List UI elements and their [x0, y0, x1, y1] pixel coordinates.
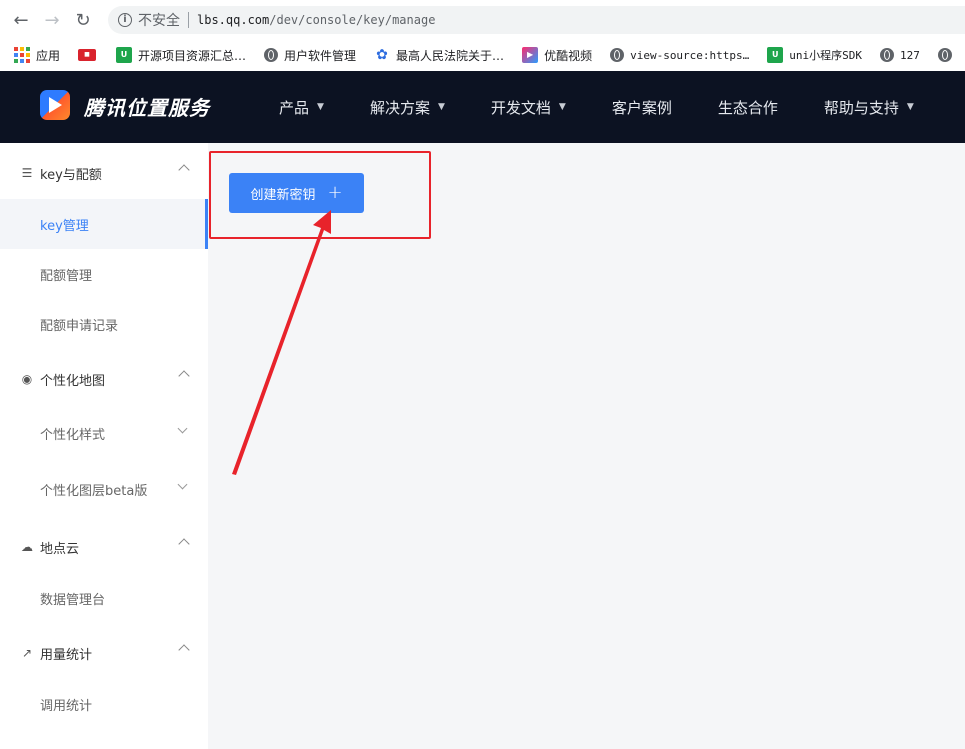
caret-down-icon: ▼ [437, 102, 445, 112]
url-host: lbs.qq.com [197, 13, 270, 27]
palette-icon: ◉ [21, 372, 33, 386]
sidebar-item-label: key管理 [40, 218, 89, 234]
chevron-up-icon [178, 538, 190, 550]
sidebar-item-custom-layer[interactable]: 个性化图层beta版 [0, 464, 208, 514]
chevron-down-icon [177, 423, 188, 434]
green-u-icon: U [767, 47, 784, 63]
red-badge-icon: ■ [78, 49, 97, 61]
caret-down-icon: ▼ [558, 102, 566, 112]
sidebar-item-key-manage[interactable]: key管理 [0, 199, 208, 249]
bookmark-view-source[interactable]: view-source:https… [610, 48, 749, 62]
nav-cases[interactable]: 客户案例 [612, 97, 672, 118]
globe-icon [264, 48, 279, 62]
green-u-icon: U [116, 47, 133, 63]
bookmark-label: 用户软件管理 [284, 48, 357, 63]
sidebar-item-label: 配额申请记录 [40, 318, 119, 334]
chevron-down-icon [177, 479, 188, 490]
browser-toolbar: ← → ↻ i 不安全 lbs.qq.com/dev/console/key/m… [0, 0, 965, 40]
sidebar-item-label: 配额管理 [40, 268, 93, 284]
bookmark-red-badge[interactable]: ■ [78, 49, 102, 61]
sidebar-group-key-quota[interactable]: ☰ key与配额 [0, 158, 208, 188]
sidebar-item-data-console[interactable]: 数据管理台 [0, 573, 208, 623]
sliders-icon: ☰ [21, 166, 33, 180]
tencent-map-logo-icon[interactable] [40, 90, 70, 120]
globe-icon [937, 48, 952, 62]
sidebar-group-place-cloud[interactable]: ☁ 地点云 [0, 532, 208, 562]
bookmarks-bar: 应用 ■ U 开源项目资源汇总… 用户软件管理 ✿ 最高人民法院关于… ▶ 优酷… [0, 40, 965, 70]
bookmark-label: 优酷视频 [544, 48, 593, 63]
nav-label: 客户案例 [611, 98, 672, 117]
sidebar-item-quota-requests[interactable]: 配额申请记录 [0, 299, 208, 349]
chevron-up-icon [178, 370, 190, 382]
apps-grid-icon [14, 47, 30, 63]
youku-icon: ▶ [522, 47, 539, 63]
line-chart-icon: ↗ [21, 646, 33, 660]
separator [188, 12, 189, 28]
sidebar-item-label: 数据管理台 [40, 592, 106, 608]
sidebar-item-label: 个性化图层beta版 [40, 483, 148, 499]
group-title: key与配额 [40, 167, 102, 183]
info-icon[interactable]: i [118, 13, 132, 27]
globe-icon [880, 48, 895, 62]
cloud-icon: ☁ [21, 540, 33, 554]
nav-label: 生态合作 [717, 98, 778, 117]
bookmark-youku[interactable]: ▶ 优酷视频 [522, 47, 592, 64]
bookmark-127[interactable]: 127 [880, 48, 920, 62]
sidebar-item-quota-manage[interactable]: 配额管理 [0, 249, 208, 299]
site-header: 腾讯位置服务 产品 ▼ 解决方案 ▼ 开发文档 ▼ 客户案例 生态合作 帮助与支持 ▼ [0, 71, 965, 143]
bookmark-uni-sdk[interactable]: U uni小程序SDK [767, 47, 862, 63]
caret-down-icon: ▼ [317, 102, 324, 112]
sidebar-group-custom-map[interactable]: ◉ 个性化地图 [0, 364, 208, 394]
chevron-up-icon [178, 164, 190, 176]
nav-label: 解决方案 [369, 98, 430, 117]
nav-help[interactable]: 帮助与支持 ▼ [824, 97, 914, 118]
main-nav: 产品 ▼ 解决方案 ▼ 开发文档 ▼ 客户案例 生态合作 帮助与支持 ▼ [279, 71, 960, 143]
reload-icon[interactable]: ↻ [70, 7, 96, 33]
site-logo-text[interactable]: 腾讯位置服务 [84, 92, 210, 121]
sidebar-group-usage-stats[interactable]: ↗ 用量统计 [0, 638, 208, 668]
bookmark-more[interactable] [937, 48, 958, 62]
insecure-label: 不安全 [138, 13, 180, 29]
chevron-up-icon [178, 644, 190, 656]
sidebar-item-call-stats[interactable]: 调用统计 [0, 679, 208, 729]
nav-products[interactable]: 产品 ▼ [279, 97, 324, 118]
caret-down-icon: ▼ [906, 102, 914, 112]
nav-ecosystem[interactable]: 生态合作 [718, 97, 778, 118]
bookmark-label: uni小程序SDK [789, 49, 863, 62]
bookmark-label: 应用 [36, 48, 61, 63]
address-bar[interactable]: i 不安全 lbs.qq.com/dev/console/key/manage [108, 6, 965, 34]
sidebar: ☰ key与配额 key管理 配额管理 配额申请记录 ◉ 个性化地图 个性化样式… [0, 143, 208, 749]
sidebar-item-label: 调用统计 [40, 698, 93, 714]
bookmark-court[interactable]: ✿ 最高人民法院关于… [374, 47, 504, 64]
nav-docs[interactable]: 开发文档 ▼ [491, 97, 566, 118]
group-title: 个性化地图 [40, 373, 106, 389]
nav-label: 产品 [279, 98, 310, 117]
bookmark-label: 开源项目资源汇总… [138, 48, 247, 63]
bookmark-label: 127 [900, 48, 920, 62]
nav-label: 帮助与支持 [823, 98, 899, 117]
baidu-paw-icon: ✿ [374, 47, 391, 63]
nav-solutions[interactable]: 解决方案 ▼ [370, 97, 445, 118]
bookmark-open-source[interactable]: U 开源项目资源汇总… [116, 47, 246, 64]
forward-arrow-icon[interactable]: → [39, 7, 65, 33]
url-text: lbs.qq.com/dev/console/key/manage [197, 13, 435, 27]
sidebar-item-custom-style[interactable]: 个性化样式 [0, 408, 208, 458]
bookmark-apps[interactable]: 应用 [14, 47, 60, 64]
group-title: 用量统计 [40, 647, 93, 663]
bookmark-label: view-source:https… [630, 48, 750, 62]
back-arrow-icon[interactable]: ← [8, 7, 34, 33]
sidebar-item-label: 个性化样式 [40, 427, 106, 443]
nav-label: 开发文档 [490, 98, 551, 117]
globe-icon [610, 48, 625, 62]
bookmark-user-software[interactable]: 用户软件管理 [264, 47, 356, 64]
bookmark-label: 最高人民法院关于… [396, 48, 505, 63]
group-title: 地点云 [40, 541, 80, 557]
url-path: /dev/console/key/manage [269, 13, 436, 27]
annotation-highlight-box [209, 151, 431, 239]
